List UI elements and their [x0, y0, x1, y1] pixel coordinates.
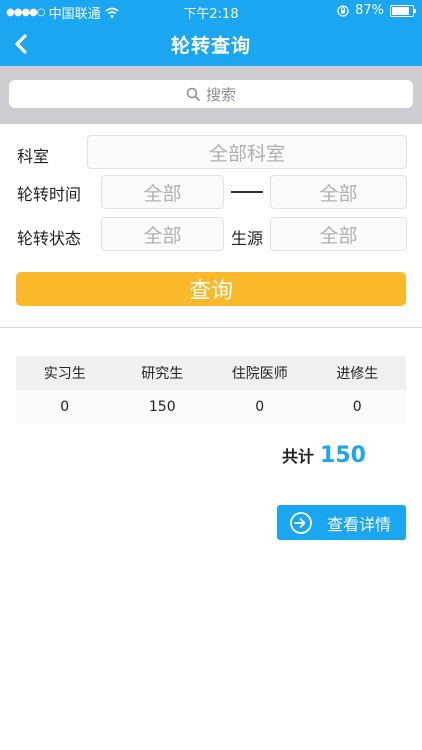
stats-value-trainee: 0	[352, 399, 362, 415]
total-summary: 共计 150	[282, 443, 366, 468]
stats-header-trainee: 进修生	[336, 366, 379, 382]
stats-value-graduate: 150	[148, 399, 176, 415]
status-right: 87%	[337, 3, 416, 18]
stats-value-intern: 0	[60, 399, 70, 415]
total-label: 共计	[282, 447, 315, 466]
status-bar: ●●●●○ 中国联通 下午2:18 87%	[0, 0, 422, 22]
rotation-time-label: 轮转时间	[17, 185, 82, 204]
battery-percent: 87%	[355, 3, 384, 18]
student-source-select[interactable]: 全部	[270, 217, 407, 251]
stats-header-graduate: 研究生	[141, 366, 184, 382]
total-value: 150	[320, 443, 366, 468]
query-button[interactable]: 查询	[16, 272, 406, 306]
stats-header-resident: 住院医师	[231, 366, 288, 382]
stats-header-intern: 实习生	[43, 366, 86, 382]
student-source-label: 生源	[231, 229, 264, 248]
view-details-label: 查看详情	[327, 514, 392, 534]
page-title: 轮转查询	[170, 35, 251, 57]
view-details-button[interactable]: 查看详情	[277, 505, 406, 540]
nav-bar: 轮转查询	[0, 22, 422, 66]
stats-value-row: 0 150 0 0	[16, 390, 406, 424]
search-input[interactable]: 搜索	[9, 80, 413, 108]
rotation-status-select[interactable]: 全部	[101, 217, 224, 251]
rotation-time-start[interactable]: 全部	[101, 175, 224, 209]
battery-fill	[392, 6, 410, 15]
department-select[interactable]: 全部科室	[87, 135, 407, 169]
section-divider	[0, 327, 422, 328]
search-bar: 搜索	[0, 66, 422, 124]
orientation-lock-icon	[337, 4, 349, 17]
search-placeholder: 搜索	[205, 85, 236, 104]
stats-table: 实习生 研究生 住院医师 进修生 0 150 0 0	[16, 356, 406, 424]
battery-icon	[390, 4, 416, 17]
department-label: 科室	[17, 147, 50, 166]
range-separator	[231, 191, 263, 193]
arrow-enter-icon	[290, 511, 312, 534]
stats-value-resident: 0	[255, 399, 265, 415]
rotation-time-end[interactable]: 全部	[270, 175, 407, 209]
rotation-status-label: 轮转状态	[17, 229, 82, 248]
stats-header-row: 实习生 研究生 住院医师 进修生	[16, 356, 406, 390]
search-icon	[186, 87, 200, 101]
